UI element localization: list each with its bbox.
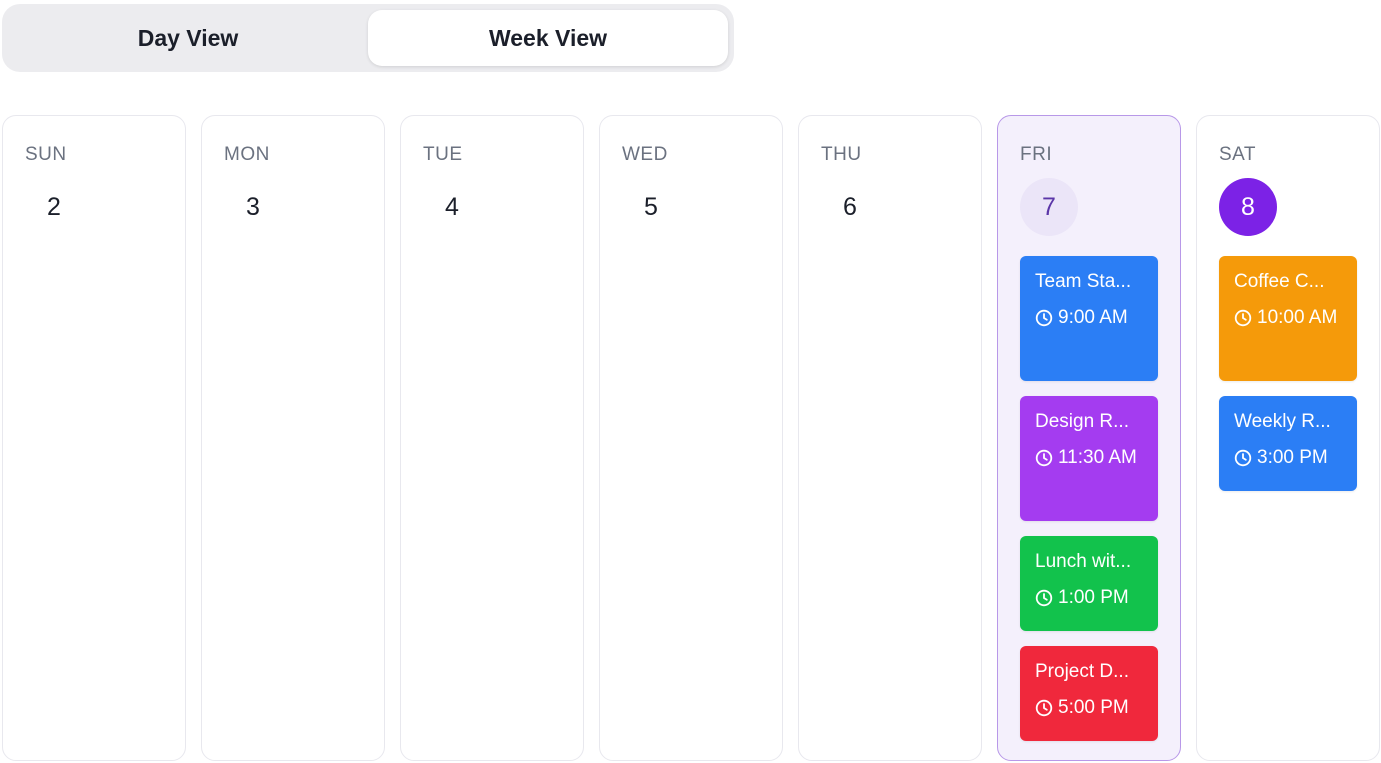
clock-icon xyxy=(1035,699,1053,717)
day-view-button[interactable]: Day View xyxy=(10,10,366,66)
day-column-thu[interactable]: THU 6 xyxy=(798,115,982,761)
day-name: SAT xyxy=(1219,144,1257,165)
event-card[interactable]: Project D... 5:00 PM xyxy=(1020,646,1158,741)
event-time-text: 10:00 AM xyxy=(1257,306,1338,328)
event-list: Team Sta... 9:00 AM Design R... 11:30 AM… xyxy=(1020,256,1158,741)
event-card[interactable]: Team Sta... 9:00 AM xyxy=(1020,256,1158,381)
event-time: 1:00 PM xyxy=(1035,584,1144,612)
day-number[interactable]: 3 xyxy=(224,178,282,236)
day-column-mon[interactable]: MON 3 xyxy=(201,115,385,761)
day-column-fri[interactable]: FRI 7 Team Sta... 9:00 AM Design R... 11… xyxy=(997,115,1181,761)
event-card[interactable]: Lunch wit... 1:00 PM xyxy=(1020,536,1158,631)
clock-icon xyxy=(1234,309,1252,327)
event-card[interactable]: Weekly R... 3:00 PM xyxy=(1219,396,1357,491)
event-time: 11:30 AM xyxy=(1035,444,1144,472)
day-name: FRI xyxy=(1020,144,1053,165)
day-name: SUN xyxy=(25,144,67,165)
day-number[interactable]: 4 xyxy=(423,178,481,236)
event-card[interactable]: Design R... 11:30 AM xyxy=(1020,396,1158,521)
event-time-text: 11:30 AM xyxy=(1058,446,1137,468)
clock-icon xyxy=(1035,309,1053,327)
day-number-today[interactable]: 7 xyxy=(1020,178,1078,236)
day-column-wed[interactable]: WED 5 xyxy=(599,115,783,761)
day-column-sun[interactable]: SUN 2 xyxy=(2,115,186,761)
event-time-text: 1:00 PM xyxy=(1058,586,1129,608)
day-number[interactable]: 5 xyxy=(622,178,680,236)
day-column-sat[interactable]: SAT 8 Coffee C... 10:00 AM Weekly R... 3… xyxy=(1196,115,1380,761)
event-time: 3:00 PM xyxy=(1234,444,1343,472)
event-time: 10:00 AM xyxy=(1234,304,1343,332)
event-title: Coffee C... xyxy=(1234,271,1325,292)
day-number[interactable]: 2 xyxy=(25,178,83,236)
event-time-text: 9:00 AM xyxy=(1058,306,1128,328)
day-number-selected[interactable]: 8 xyxy=(1219,178,1277,236)
clock-icon xyxy=(1035,589,1053,607)
day-name: WED xyxy=(622,144,668,165)
week-view-button[interactable]: Week View xyxy=(368,10,728,66)
view-toggle: Day View Week View xyxy=(2,4,734,72)
event-title: Project D... xyxy=(1035,661,1129,682)
event-title: Weekly R... xyxy=(1234,411,1331,432)
clock-icon xyxy=(1234,449,1252,467)
event-time-text: 3:00 PM xyxy=(1257,446,1328,468)
day-name: THU xyxy=(821,144,862,165)
event-time: 9:00 AM xyxy=(1035,304,1144,332)
event-time-text: 5:00 PM xyxy=(1058,696,1129,718)
day-column-tue[interactable]: TUE 4 xyxy=(400,115,584,761)
clock-icon xyxy=(1035,449,1053,467)
event-time: 5:00 PM xyxy=(1035,694,1144,722)
day-name: MON xyxy=(224,144,270,165)
event-title: Team Sta... xyxy=(1035,271,1132,292)
event-title: Design R... xyxy=(1035,411,1129,432)
day-name: TUE xyxy=(423,144,463,165)
event-card[interactable]: Coffee C... 10:00 AM xyxy=(1219,256,1357,381)
event-list: Coffee C... 10:00 AM Weekly R... 3:00 PM xyxy=(1219,256,1357,491)
event-title: Lunch wit... xyxy=(1035,551,1132,572)
day-number[interactable]: 6 xyxy=(821,178,879,236)
